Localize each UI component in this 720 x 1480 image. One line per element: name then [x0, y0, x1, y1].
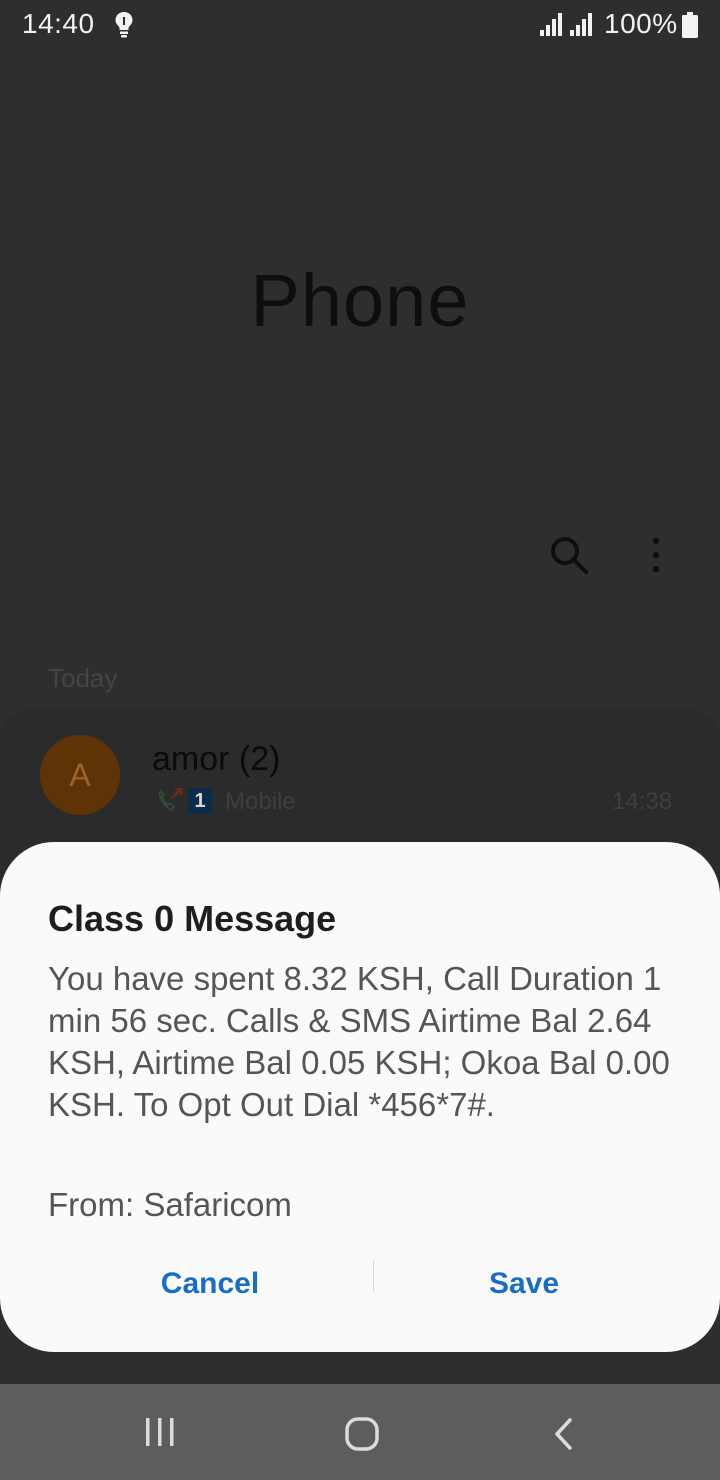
home-icon[interactable] — [344, 1416, 380, 1457]
cancel-button[interactable]: Cancel — [60, 1256, 360, 1312]
avatar-letter: A — [69, 756, 91, 793]
battery-icon — [682, 12, 698, 45]
dialog-title: Class 0 Message — [48, 898, 337, 939]
outgoing-call-icon — [156, 787, 184, 819]
search-icon[interactable] — [548, 534, 590, 581]
save-button[interactable]: Save — [374, 1256, 674, 1312]
more-options-icon[interactable] — [644, 536, 668, 579]
sim-badge: 1 — [188, 788, 212, 814]
back-icon[interactable] — [550, 1418, 578, 1455]
section-header-today: Today — [48, 663, 118, 693]
signal-icon — [570, 12, 596, 44]
contact-name[interactable]: amor (2) — [152, 740, 280, 779]
avatar[interactable]: A — [40, 735, 120, 815]
dialog-message-body: You have spent 8.32 KSH, Call Duration 1… — [48, 960, 670, 1123]
dialog-sender: From: Safaricom — [48, 1186, 292, 1223]
class-0-message-dialog: Class 0 Message You have spent 8.32 KSH,… — [0, 842, 720, 1352]
status-bar: 14:40 100% — [0, 0, 720, 48]
battery-percentage: 100% — [604, 8, 678, 39]
signal-icon — [540, 12, 566, 44]
bulb-icon — [114, 10, 134, 45]
navigation-bar — [0, 1384, 720, 1480]
status-time: 14:40 — [22, 8, 95, 39]
call-time: 14:38 — [612, 788, 673, 815]
call-number-type: Mobile — [225, 788, 296, 815]
recent-apps-icon[interactable] — [142, 1416, 178, 1453]
app-title: Phone — [250, 259, 470, 342]
